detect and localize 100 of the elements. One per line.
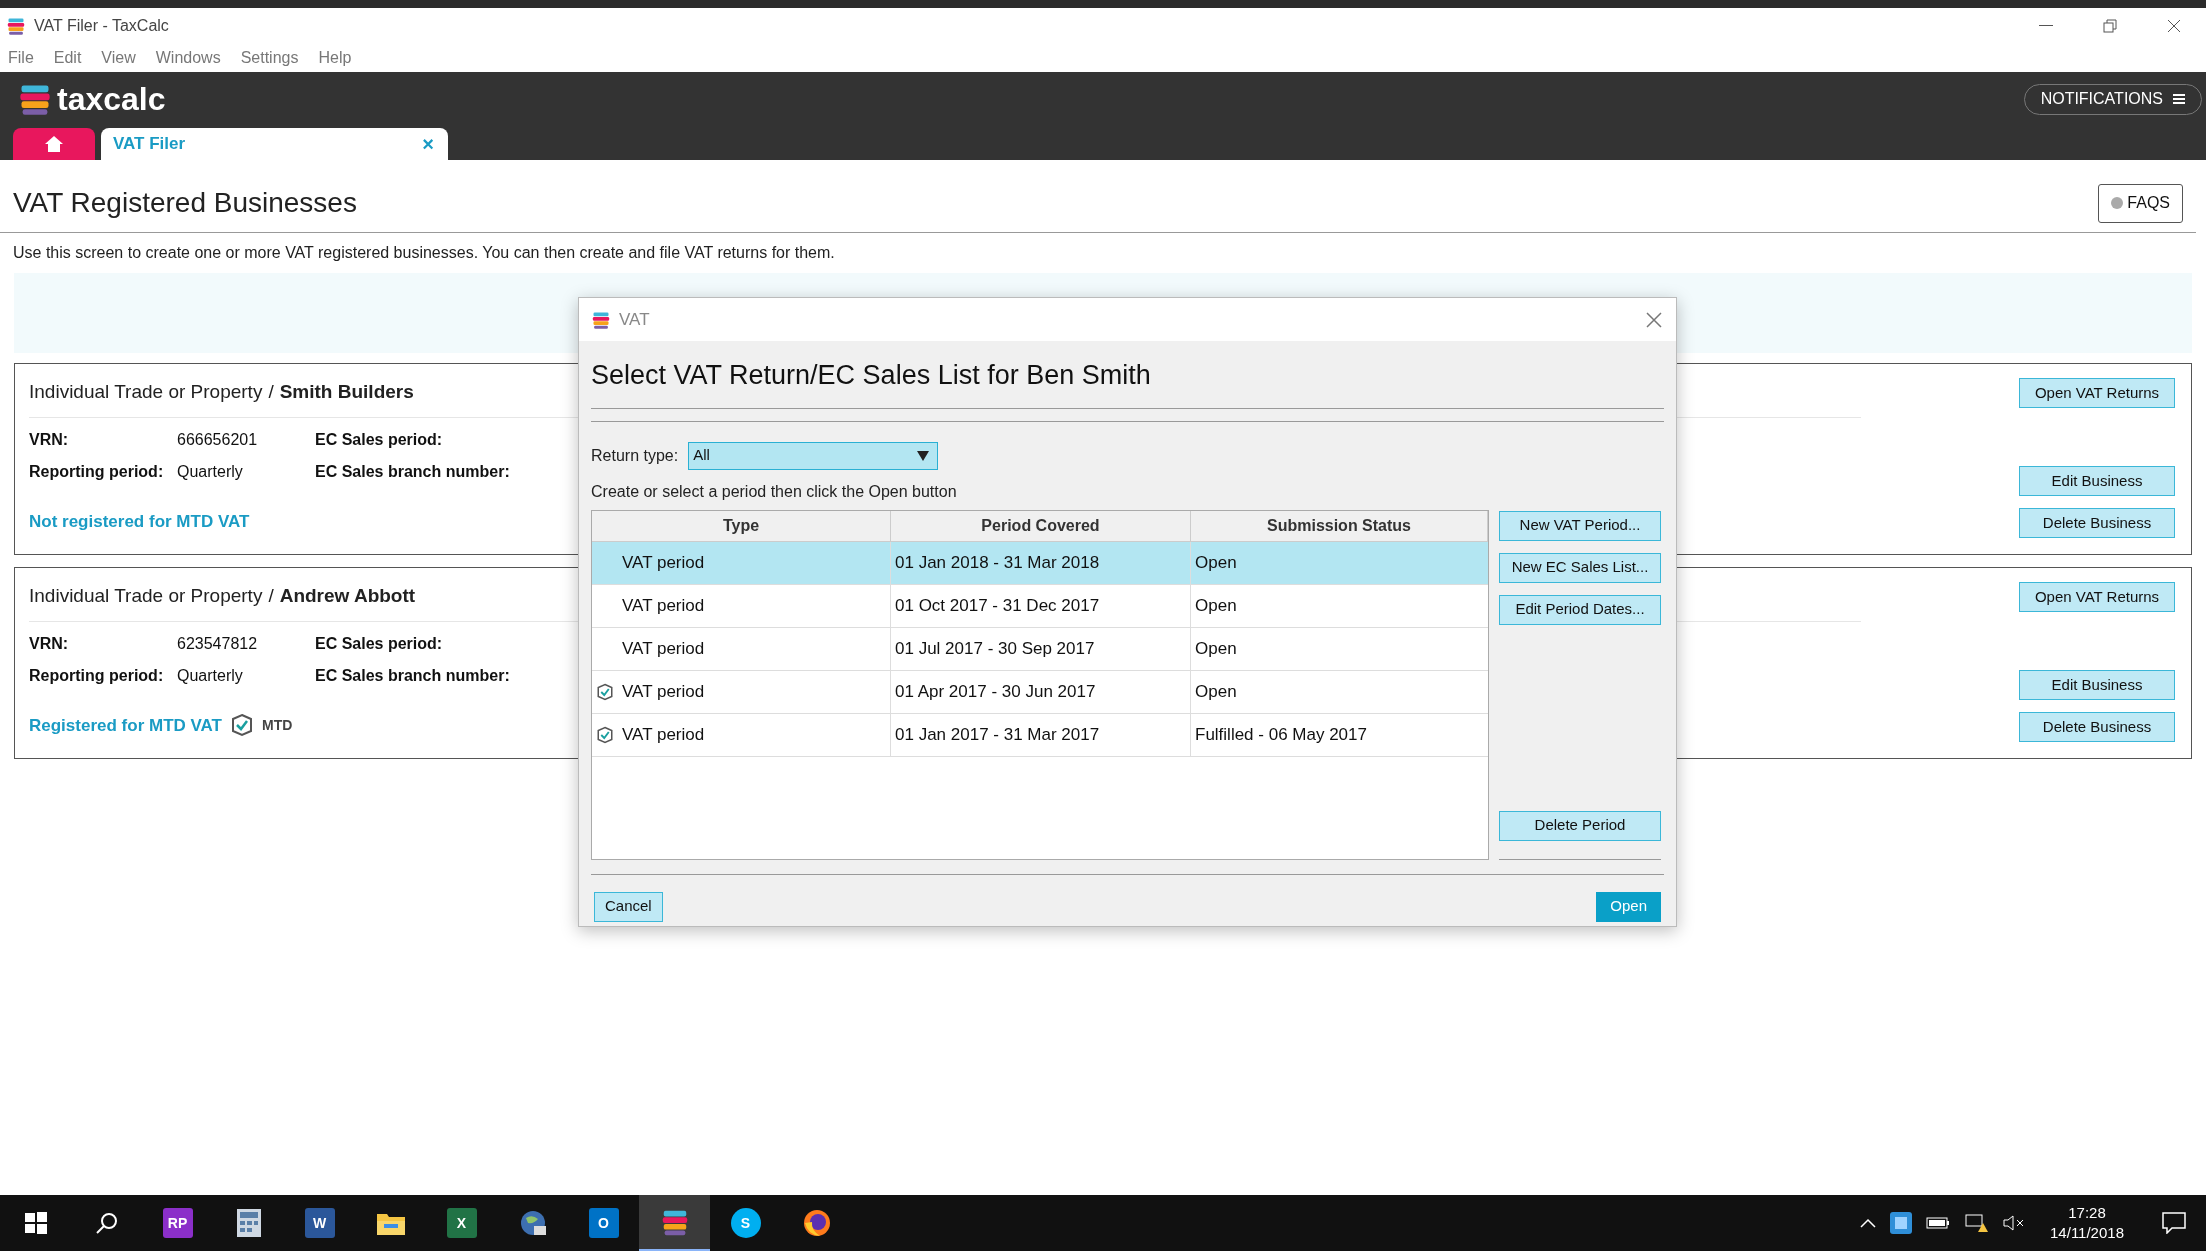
table-cell-text: VAT period <box>622 637 705 660</box>
dialog-close-button[interactable] <box>1644 309 1664 330</box>
period-row[interactable]: VAT period 01 Oct 2017 - 31 Dec 2017 Open <box>592 584 1488 628</box>
delete-period-button[interactable]: Delete Period <box>1499 810 1661 841</box>
dialog-heading: Select VAT Return/EC Sales List for Ben Smith <box>591 341 1664 409</box>
table-cell-text: Open <box>1194 680 1238 703</box>
field-label: EC Sales branch number: <box>315 461 510 482</box>
tray-app-icon[interactable] <box>1890 1212 1913 1234</box>
tab-label: VAT Filer <box>113 133 186 156</box>
cancel-button[interactable]: Cancel <box>594 891 663 922</box>
outlook-app-icon[interactable]: O <box>588 1208 619 1238</box>
business-name: Andrew Abbott <box>279 584 416 608</box>
field-label: Reporting period: <box>29 461 164 482</box>
dialog-instruction: Create or select a period then click the Open button <box>591 481 958 502</box>
calculator-app-icon[interactable] <box>234 1208 263 1238</box>
word-app-icon[interactable]: W <box>304 1208 335 1238</box>
period-action-button[interactable]: New VAT Period... <box>1499 510 1661 541</box>
search-icon[interactable] <box>94 1211 119 1235</box>
close-icon <box>1646 311 1662 328</box>
rp-app-icon[interactable]: RP <box>162 1208 193 1238</box>
chevron-up-icon[interactable] <box>1860 1218 1877 1228</box>
table-cell-text: Fulfilled - 06 May 2017 <box>1194 723 1368 746</box>
period-row[interactable]: VAT period 01 Jan 2018 - 31 Mar 2018 Open <box>592 541 1488 585</box>
table-cell: 01 Jan 2018 - 31 Mar 2018 <box>891 541 1191 584</box>
shield-check-icon <box>230 713 254 738</box>
battery-icon[interactable] <box>1926 1217 1951 1229</box>
table-cell-text: VAT period <box>622 680 705 703</box>
open-returns-button[interactable]: Open VAT Returns <box>2019 378 2175 408</box>
faqs-button[interactable]: FAQS <box>2098 183 2183 223</box>
app-icon <box>6 16 26 36</box>
logo-wordmark: taxcalc <box>57 83 166 115</box>
field-label: EC Sales period: <box>315 633 443 654</box>
delete-business-button[interactable]: Delete Business <box>2019 508 2175 538</box>
business-category: Individual Trade or Property <box>29 380 263 404</box>
windows-start-icon[interactable] <box>23 1211 48 1235</box>
period-action-button[interactable]: Edit Period Dates... <box>1499 594 1661 625</box>
taskbar-button[interactable]: X <box>426 1195 497 1251</box>
network-icon[interactable] <box>1964 1212 1989 1234</box>
separator: / <box>268 584 274 608</box>
column-header[interactable]: Submission Status <box>1191 510 1488 541</box>
table-cell: 01 Apr 2017 - 30 Jun 2017 <box>891 670 1191 713</box>
help-icon <box>2111 197 2124 209</box>
restore-icon <box>2103 19 2117 33</box>
table-cell: 01 Oct 2017 - 31 Dec 2017 <box>891 584 1191 627</box>
field-value: 623547812 <box>177 633 258 654</box>
table-cell-text: VAT period <box>622 551 705 574</box>
column-header[interactable]: Period Covered <box>891 510 1191 541</box>
menu-item[interactable]: Windows <box>155 46 221 70</box>
page-title: VAT Registered Businesses <box>13 186 357 220</box>
table-cell-text: VAT period <box>622 594 705 617</box>
dropdown-arrow-icon <box>917 450 930 461</box>
dialog-title: VAT <box>619 308 650 331</box>
minimize-icon <box>2039 25 2053 27</box>
home-icon <box>44 135 64 153</box>
notification-center-icon[interactable] <box>2162 1212 2186 1234</box>
table-cell: 01 Jan 2017 - 31 Mar 2017 <box>891 713 1191 756</box>
edit-business-button[interactable]: Edit Business <box>2019 466 2175 496</box>
taskbar-button[interactable]: W <box>284 1195 355 1251</box>
menu-item[interactable]: View <box>101 46 136 70</box>
menu-item[interactable]: Help <box>318 46 352 70</box>
page-description: Use this screen to create one or more VAT registered businesses. You can then create and file VAT returns for them. <box>12 243 836 263</box>
field-value: Quarterly <box>177 665 243 686</box>
period-action-button[interactable]: New EC Sales List... <box>1499 552 1661 583</box>
field-value: Quarterly <box>177 461 243 482</box>
field-label: EC Sales branch number: <box>315 665 510 686</box>
table-cell-text: Open <box>1194 637 1238 660</box>
business-name: Smith Builders <box>279 380 414 404</box>
home-tab[interactable] <box>13 128 95 160</box>
window-title: VAT Filer - TaxCalc <box>34 16 169 36</box>
table-cell-text: Open <box>1194 551 1238 574</box>
period-row[interactable]: VAT period 01 Jan 2017 - 31 Mar 2017 Fulfilled - 06 May 2017 <box>592 713 1488 757</box>
menu-icon <box>2173 93 2185 105</box>
return-type-label: Return type: <box>591 445 679 466</box>
field-label: VRN: <box>29 633 69 654</box>
field-label: EC Sales period: <box>315 429 443 450</box>
period-row[interactable]: VAT period 01 Jul 2017 - 30 Sep 2017 Open <box>592 627 1488 671</box>
clock-date[interactable]: 14/11/2018 <box>2050 1223 2124 1243</box>
firefox-app-icon[interactable] <box>801 1208 832 1238</box>
taskbar-button[interactable]: RP <box>142 1195 213 1251</box>
menu-item[interactable]: Edit <box>53 46 82 70</box>
taskbar-button[interactable]: O <box>568 1195 639 1251</box>
field-value: 666656201 <box>177 429 258 450</box>
edit-business-button[interactable]: Edit Business <box>2019 670 2175 700</box>
menu-item[interactable]: Settings <box>240 46 299 70</box>
return-type-select[interactable]: All <box>688 441 939 470</box>
open-returns-button[interactable]: Open VAT Returns <box>2019 582 2175 612</box>
business-category: Individual Trade or Property <box>29 584 263 608</box>
mtd-label: MTD <box>262 715 293 735</box>
table-cell-text: VAT period <box>622 723 705 746</box>
excel-app-icon[interactable]: X <box>446 1208 477 1238</box>
delete-business-button[interactable]: Delete Business <box>2019 712 2175 742</box>
close-icon <box>2167 19 2181 33</box>
field-label: VRN: <box>29 429 69 450</box>
table-cell-text: Open <box>1194 594 1238 617</box>
period-row[interactable]: VAT period 01 Apr 2017 - 30 Jun 2017 Open <box>592 670 1488 714</box>
table-cell: 01 Jul 2017 - 30 Sep 2017 <box>891 627 1191 670</box>
separator: / <box>268 380 274 404</box>
column-header[interactable]: Type <box>592 510 891 541</box>
clock-time[interactable]: 17:28 <box>2068 1203 2106 1223</box>
menu-item[interactable]: File <box>8 46 34 70</box>
